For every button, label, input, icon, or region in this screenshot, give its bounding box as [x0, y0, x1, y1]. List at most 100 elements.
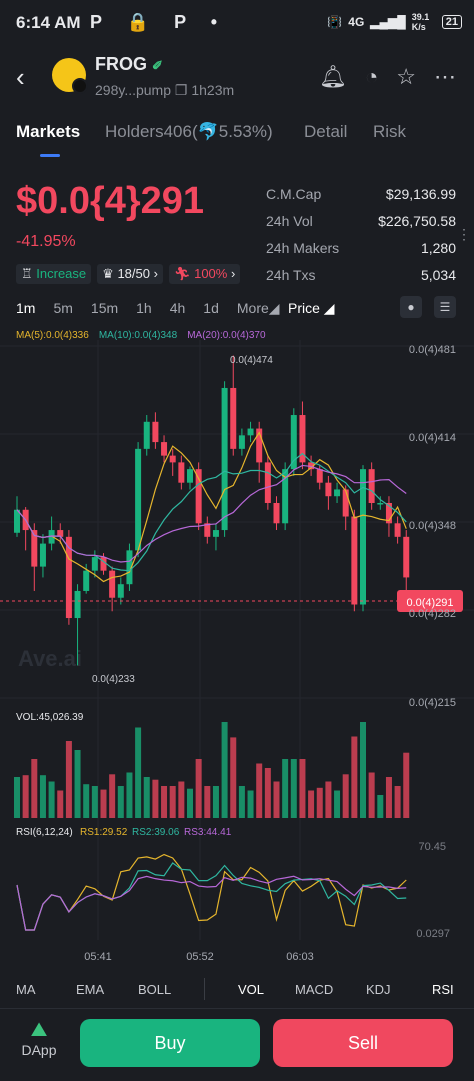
- interval-1h[interactable]: 1h: [136, 300, 152, 317]
- tab-risk[interactable]: Risk: [373, 122, 406, 142]
- candle-body: [117, 584, 124, 598]
- interval-15m[interactable]: 15m: [91, 300, 118, 317]
- volume-bar: [117, 786, 124, 818]
- price-chart[interactable]: Ave.ai 0.0(4)291 0.0(4)474 0.0(4)233 0.0…: [0, 340, 474, 970]
- volume-bar: [394, 786, 401, 818]
- volume-bar: [325, 781, 332, 818]
- runner-icon: 🏃︎: [173, 266, 191, 281]
- y-label: 0.0(4)414: [409, 432, 456, 444]
- y-label: 0.0(4)348: [409, 520, 456, 532]
- badge-increase[interactable]: ♖ Increase: [16, 264, 92, 284]
- time-label: 06:03: [286, 951, 314, 963]
- volume-bar: [282, 759, 289, 818]
- candle-body: [394, 523, 401, 537]
- volume-bar: [187, 788, 193, 818]
- stat-market-cap: C.M.Cap $29,136.99: [266, 186, 456, 202]
- crown-icon: ♛: [102, 266, 114, 281]
- trophy-icon: ♖: [21, 266, 33, 281]
- indicator-boll[interactable]: BOLL: [138, 982, 171, 997]
- badge-rank[interactable]: ♛ 18/50 ›: [97, 264, 163, 284]
- volume-bar: [351, 736, 358, 818]
- interval-5m[interactable]: 5m: [53, 300, 72, 317]
- star-icon[interactable]: ☆: [396, 64, 416, 90]
- indicator-macd[interactable]: MACD: [295, 982, 333, 997]
- rsi-lower: 0.0297: [416, 928, 450, 940]
- volume-bar: [342, 774, 349, 818]
- time-label: 05:52: [186, 951, 214, 963]
- back-arrow-icon[interactable]: ‹: [16, 62, 25, 93]
- volume-bar: [152, 779, 159, 818]
- chart-settings-icon[interactable]: ☰: [434, 296, 456, 318]
- watermark: Ave.ai: [18, 646, 82, 671]
- token-address[interactable]: 298y...pump: [95, 82, 171, 98]
- volume-bar: [264, 768, 271, 818]
- candle-body: [195, 469, 202, 524]
- candle-body: [342, 489, 349, 517]
- more-icon[interactable]: ⋯: [434, 64, 456, 90]
- volume-bar: [22, 775, 29, 818]
- interval-1m[interactable]: 1m: [16, 300, 35, 317]
- candle-body: [74, 590, 81, 619]
- tab-holders[interactable]: Holders406(🐬5.53%): [105, 122, 273, 142]
- volume-bar: [161, 786, 168, 818]
- chevron-right-icon: ›: [230, 266, 236, 281]
- divider: [204, 978, 205, 1000]
- tab-underline: [40, 154, 60, 157]
- current-price: $0.0{4}291: [16, 180, 205, 222]
- interval-more[interactable]: More◢: [237, 300, 280, 317]
- candle-body: [273, 502, 280, 524]
- volume-bar: [334, 790, 341, 818]
- copy-icon[interactable]: ❐: [175, 82, 191, 98]
- rsi1-label: RS1:29.52: [80, 827, 128, 838]
- dapp-button[interactable]: ⛰ DApp: [16, 1019, 62, 1058]
- indicator-ema[interactable]: EMA: [76, 982, 104, 997]
- tab-bar: Markets Holders406(🐬5.53%) Detail Risk: [0, 118, 474, 158]
- rsi12-line: [16, 862, 407, 931]
- volume-bar: [126, 772, 133, 818]
- chart-tools: ● ☰: [400, 296, 456, 318]
- volume-bar: [299, 759, 306, 818]
- volume-bar: [91, 786, 98, 818]
- rsi6-line: [16, 853, 407, 931]
- gauge-icon[interactable]: ◔: [365, 64, 378, 90]
- volume-bar: [57, 790, 64, 818]
- volume-bar: [39, 775, 46, 818]
- volume-bar: [230, 737, 237, 818]
- bottom-bar: ⛰ DApp Buy Sell: [0, 1008, 474, 1081]
- buy-button[interactable]: Buy: [80, 1019, 260, 1067]
- badge-progress[interactable]: 🏃︎ 100% ›: [168, 264, 241, 284]
- tab-detail[interactable]: Detail: [304, 122, 347, 142]
- candle-body: [187, 469, 193, 483]
- candle-body: [83, 570, 90, 591]
- volume-bar: [204, 786, 211, 818]
- header-actions: 🔔︎ ◔ ☆ ⋯: [319, 64, 456, 90]
- status-bar: 6:14 AM P 🔒 P • 📳 4G ▂▄▆█ 39.1 K/s 21: [0, 0, 474, 46]
- tab-markets[interactable]: Markets: [16, 122, 80, 142]
- indicator-rsi[interactable]: RSI: [432, 982, 454, 997]
- rsi-label: RSI(6,12,24): [16, 827, 73, 838]
- badge-row: ♖ Increase ♛ 18/50 › 🏃︎ 100% ›: [16, 264, 241, 284]
- vertical-more-icon[interactable]: ⋮: [457, 226, 471, 243]
- price-selector[interactable]: Price ◢: [288, 300, 335, 317]
- interval-1d[interactable]: 1d: [203, 300, 219, 317]
- token-age: 1h23m: [191, 82, 235, 98]
- candle-body: [264, 462, 271, 503]
- volume-bar: [212, 786, 219, 818]
- sell-button[interactable]: Sell: [273, 1019, 453, 1067]
- indicator-kdj[interactable]: KDJ: [366, 982, 391, 997]
- volume-bar: [256, 763, 263, 818]
- volume-bar: [74, 750, 81, 818]
- bell-icon[interactable]: 🔔︎: [319, 64, 347, 90]
- indicator-vol[interactable]: VOL: [238, 982, 264, 997]
- interval-4h[interactable]: 4h: [170, 300, 186, 317]
- indicator-ma[interactable]: MA: [16, 982, 36, 997]
- candle-body: [135, 448, 142, 551]
- candle-body: [325, 482, 332, 497]
- drawing-tool-icon[interactable]: ●: [400, 296, 422, 318]
- volume-bar: [169, 786, 176, 818]
- volume-bar: [65, 741, 72, 818]
- candle-body: [403, 536, 410, 578]
- candle-body: [14, 509, 20, 533]
- candle-body: [212, 530, 219, 537]
- candle-body: [221, 387, 228, 531]
